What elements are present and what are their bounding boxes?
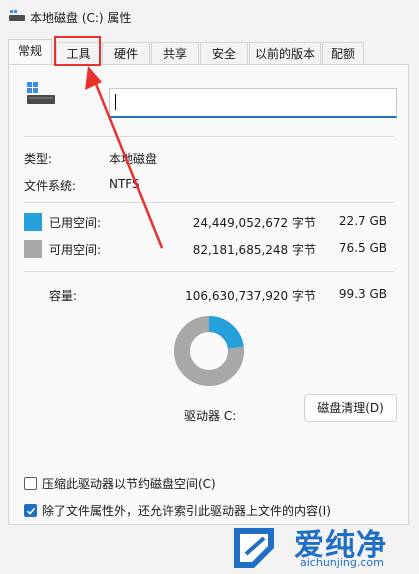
annotation-arrow-icon [85, 66, 164, 249]
watermark-logo-icon [234, 528, 274, 568]
watermark-url: aichunjing.com [300, 556, 384, 569]
